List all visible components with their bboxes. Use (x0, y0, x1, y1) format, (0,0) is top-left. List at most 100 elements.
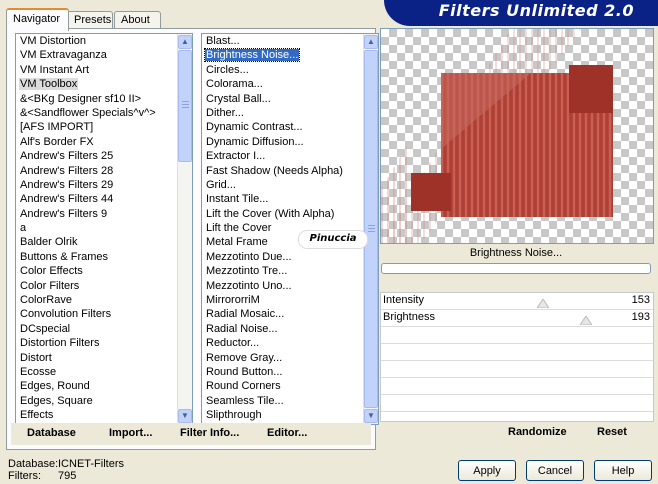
list-item[interactable]: Distort (16, 351, 192, 365)
list-item[interactable]: Alf's Border FX (16, 135, 192, 149)
list-item[interactable]: Reductor... (202, 336, 378, 350)
tab-navigator[interactable]: Navigator (6, 8, 69, 31)
list-item[interactable]: Colorama... (202, 77, 378, 91)
list-item[interactable]: Dither... (202, 106, 378, 120)
list-item-label: Metal Frame (206, 236, 268, 249)
list-item-label: Seamless Tile... (206, 394, 284, 407)
list-item[interactable]: Brightness Noise... (202, 48, 378, 63)
list-item[interactable]: Effects (16, 408, 192, 422)
apply-button[interactable]: Apply (458, 460, 516, 481)
list-item[interactable]: Radial Noise... (202, 322, 378, 336)
preview-area (380, 28, 654, 244)
list-item[interactable]: Instant Tile... (202, 192, 378, 206)
list-item[interactable]: Balder Olrik (16, 235, 192, 249)
list-item[interactable]: Radial Mosaic... (202, 307, 378, 321)
scroll-down-icon[interactable]: ▼ (178, 409, 192, 423)
list-item[interactable]: Andrew's Filters 25 (16, 149, 192, 163)
slider-intensity-icon[interactable] (537, 299, 549, 308)
reset-button[interactable]: Reset (597, 426, 627, 438)
list-item-label: Andrew's Filters 44 (20, 193, 114, 206)
tab-about[interactable]: About (114, 11, 161, 29)
list-item[interactable]: VM Extravaganza (16, 48, 192, 62)
import-button[interactable]: Import... (109, 427, 152, 439)
param-empty-row (381, 344, 653, 361)
list-item[interactable]: Crystal Ball... (202, 92, 378, 106)
scroll-thumb[interactable] (178, 50, 192, 162)
list-item-label: Dynamic Contrast... (206, 121, 303, 134)
scroll-down-icon[interactable]: ▼ (364, 409, 378, 423)
list-item-label: VM Instant Art (20, 63, 90, 76)
tab-presets[interactable]: Presets (67, 11, 113, 29)
list-item[interactable]: Mezzotinto Due... (202, 250, 378, 264)
list-item[interactable]: Mezzotinto Tre... (202, 264, 378, 278)
list-item[interactable]: &<BKg Designer sf10 II> (16, 92, 192, 106)
list-item[interactable]: Round Corners (202, 379, 378, 393)
list-item[interactable]: MirrororriM (202, 293, 378, 307)
list-item[interactable]: Lift the Cover (With Alpha) (202, 207, 378, 221)
list-item-label: a (20, 222, 27, 235)
list-item-label: Lift the Cover (With Alpha) (206, 207, 335, 220)
list-item[interactable]: Distortion Filters (16, 336, 192, 350)
list-item[interactable]: Circles... (202, 63, 378, 77)
list-item[interactable]: Edges, Square (16, 394, 192, 408)
list-item[interactable]: Edges, Round (16, 379, 192, 393)
category-list[interactable]: VM Distortion VM Extravaganza VM Instant A… (15, 33, 193, 425)
list-item[interactable]: ColorRave (16, 293, 192, 307)
list-item[interactable]: a (16, 221, 192, 235)
filters-count-label: Filters: (8, 470, 41, 482)
category-scrollbar[interactable]: ▲ ▼ (177, 34, 192, 424)
list-item[interactable]: Color Filters (16, 279, 192, 293)
list-item[interactable]: Remove Gray... (202, 351, 378, 365)
list-item-label: Distortion Filters (20, 337, 100, 350)
list-item[interactable]: Dynamic Diffusion... (202, 135, 378, 149)
list-item[interactable]: Convolution Filters (16, 307, 192, 321)
list-item[interactable]: VM Distortion (16, 34, 192, 48)
list-item[interactable]: Mezzotinto Uno... (202, 279, 378, 293)
list-item[interactable]: VM Toolbox (16, 77, 192, 91)
list-item[interactable]: &<Sandflower Specials^v^> (16, 106, 192, 120)
list-item[interactable]: Fast Shadow (Needs Alpha) (202, 164, 378, 178)
list-item[interactable]: Andrew's Filters 29 (16, 178, 192, 192)
filter-list[interactable]: Blast... Brightness Noise... Circles... Col… (201, 33, 379, 425)
slider-brightness-icon[interactable] (580, 316, 592, 325)
editor-button[interactable]: Editor... (267, 427, 307, 439)
randomize-button[interactable]: Randomize (508, 426, 567, 438)
list-item-label: Circles... (206, 63, 249, 76)
param-empty-row (381, 361, 653, 378)
help-button[interactable]: Help (594, 460, 652, 481)
list-item[interactable]: Grid... (202, 178, 378, 192)
filter-scrollbar[interactable]: ▲ ▼ (363, 34, 378, 424)
list-item[interactable]: Andrew's Filters 44 (16, 192, 192, 206)
list-item[interactable]: Color Effects (16, 264, 192, 278)
list-item-label: Reductor... (206, 337, 260, 350)
list-item-label: Remove Gray... (206, 351, 283, 364)
list-item[interactable]: Seamless Tile... (202, 394, 378, 408)
list-item-label: MirrororriM (206, 294, 260, 307)
list-item[interactable]: Andrew's Filters 28 (16, 164, 192, 178)
list-item[interactable]: Andrew's Filters 9 (16, 207, 192, 221)
list-item[interactable]: DCspecial (16, 322, 192, 336)
list-item-label: Andrew's Filters 28 (20, 164, 114, 177)
list-item[interactable]: Slipthrough (202, 408, 378, 422)
list-item[interactable]: Round Button... (202, 365, 378, 379)
list-item-label: Colorama... (206, 78, 263, 91)
list-item[interactable]: Extractor I... (202, 149, 378, 163)
scroll-up-icon[interactable]: ▲ (364, 35, 378, 49)
cancel-button[interactable]: Cancel (526, 460, 584, 481)
list-item[interactable]: VM Instant Art (16, 63, 192, 77)
list-item-label: Slipthrough (206, 409, 262, 422)
list-item-label: Mezzotinto Tre... (206, 265, 288, 278)
list-item[interactable]: Buttons & Frames (16, 250, 192, 264)
list-item[interactable]: [AFS IMPORT] (16, 120, 192, 134)
database-button[interactable]: Database (27, 427, 76, 439)
list-item[interactable]: Ecosse (16, 365, 192, 379)
scroll-thumb[interactable] (364, 50, 378, 408)
list-item-label: DCspecial (20, 322, 71, 335)
param-brightness-row[interactable]: Brightness 193 (381, 310, 653, 327)
filter-info-button[interactable]: Filter Info... (180, 427, 239, 439)
list-item-label: Dither... (206, 106, 244, 119)
list-item[interactable]: Blast... (202, 34, 378, 48)
param-intensity-row[interactable]: Intensity 153 (381, 293, 653, 310)
list-item[interactable]: Dynamic Contrast... (202, 120, 378, 134)
scroll-up-icon[interactable]: ▲ (178, 35, 192, 49)
